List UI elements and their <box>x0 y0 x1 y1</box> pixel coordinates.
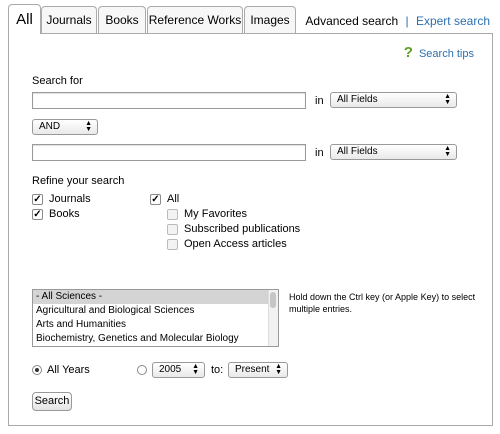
list-item[interactable]: Biochemistry, Genetics and Molecular Bio… <box>33 332 278 346</box>
to-year-value: Present <box>235 364 270 375</box>
search-mode-links: Advanced search | Expert search <box>305 14 490 28</box>
year-range-radio[interactable] <box>137 365 147 375</box>
select-arrows-icon: ▲ ▼ <box>444 93 451 106</box>
my-favorites-checkbox[interactable] <box>167 209 178 220</box>
to-year-select[interactable]: Present ▲ ▼ <box>228 362 288 378</box>
in-label-1: in <box>315 95 324 107</box>
journals-checkbox-label: Journals <box>49 193 91 205</box>
to-label: to: <box>211 364 224 376</box>
list-item[interactable]: Agricultural and Biological Sciences <box>33 304 278 318</box>
in-label-2: in <box>315 147 324 159</box>
open-access-label: Open Access articles <box>184 238 287 250</box>
search-for-label: Search for <box>32 75 83 87</box>
subject-area-listbox[interactable]: - All Sciences - Agricultural and Biolog… <box>32 289 279 347</box>
select-arrows-icon: ▲ ▼ <box>85 120 92 133</box>
all-sources-checkbox[interactable]: ✓ <box>150 194 161 205</box>
all-sources-checkbox-label: All <box>167 193 180 205</box>
open-access-checkbox[interactable] <box>167 239 178 250</box>
link-separator: | <box>405 14 409 28</box>
boolean-operator-value: AND <box>39 121 61 132</box>
boolean-operator-select[interactable]: AND ▲ ▼ <box>32 119 98 135</box>
subscribed-publications-checkbox[interactable] <box>167 224 178 235</box>
my-favorites-label: My Favorites <box>184 208 247 220</box>
field-scope-value-2: All Fields <box>337 146 378 157</box>
tab-images[interactable]: Images <box>244 6 296 33</box>
journals-checkbox[interactable]: ✓ <box>32 194 43 205</box>
select-arrows-icon: ▲ ▼ <box>192 363 199 376</box>
field-scope-select-2[interactable]: All Fields ▲ ▼ <box>330 144 457 160</box>
search-term-input-1[interactable] <box>32 92 306 109</box>
expert-search-link[interactable]: Expert search <box>416 14 490 28</box>
search-tips-label: Search tips <box>418 48 474 60</box>
search-term-input-2[interactable] <box>32 144 306 161</box>
books-checkbox-label: Books <box>49 208 80 220</box>
field-scope-value-1: All Fields <box>337 94 378 105</box>
list-item[interactable]: Arts and Humanities <box>33 318 278 332</box>
tab-journals[interactable]: Journals <box>41 6 97 33</box>
all-years-radio[interactable] <box>32 365 42 375</box>
subscribed-publications-label: Subscribed publications <box>184 223 301 235</box>
search-tips-link[interactable]: ? Search tips <box>404 44 474 61</box>
tab-all[interactable]: All <box>8 4 41 34</box>
help-question-icon: ? <box>403 44 413 61</box>
books-checkbox[interactable]: ✓ <box>32 209 43 220</box>
all-years-label: All Years <box>47 364 90 376</box>
scrollbar-thumb[interactable] <box>270 292 276 308</box>
field-scope-select-1[interactable]: All Fields ▲ ▼ <box>330 92 457 108</box>
listbox-scrollbar[interactable] <box>268 290 278 346</box>
from-year-value: 2005 <box>159 364 182 375</box>
list-item[interactable]: - All Sciences - <box>33 290 278 304</box>
select-arrows-icon: ▲ ▼ <box>275 363 282 376</box>
tab-reference-works[interactable]: Reference Works <box>147 6 243 33</box>
select-arrows-icon: ▲ ▼ <box>444 145 451 158</box>
refine-search-label: Refine your search <box>32 175 125 187</box>
from-year-select[interactable]: 2005 ▲ ▼ <box>152 362 205 378</box>
advanced-search-panel: ? Search tips Search for in All Fields ▲ ▼… <box>8 33 493 426</box>
search-button[interactable]: Search <box>32 392 72 411</box>
search-tabs: All Journals Books Reference Works Image… <box>0 0 500 34</box>
advanced-search-link[interactable]: Advanced search <box>305 14 398 28</box>
multi-select-hint: Hold down the Ctrl key (or Apple Key) to… <box>289 292 476 314</box>
tab-books[interactable]: Books <box>98 6 146 33</box>
